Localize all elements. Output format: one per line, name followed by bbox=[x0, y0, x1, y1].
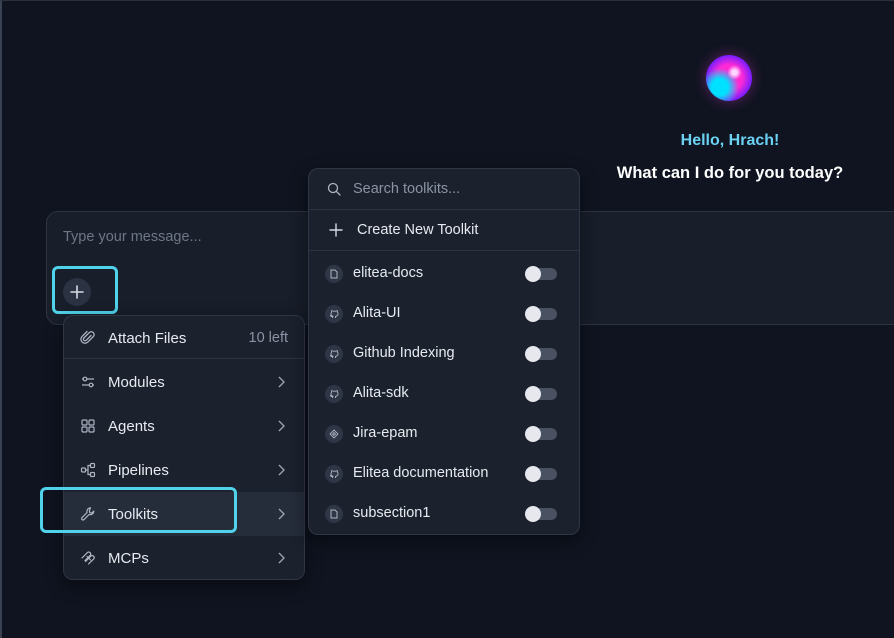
toolkit-label: Alita-UI bbox=[353, 305, 401, 321]
toolkit-row[interactable]: Alita-sdk bbox=[309, 374, 579, 414]
chevron-right-icon bbox=[278, 420, 285, 432]
github-icon bbox=[325, 305, 343, 323]
toolkit-toggle[interactable] bbox=[525, 466, 557, 482]
toolkit-toggle[interactable] bbox=[525, 306, 557, 322]
toolkit-label: Github Indexing bbox=[353, 345, 455, 361]
toolkit-toggle[interactable] bbox=[525, 426, 557, 442]
toggle-knob bbox=[525, 426, 541, 442]
chevron-right-icon bbox=[278, 508, 285, 520]
menu-item-attach-files[interactable]: Attach Files 10 left bbox=[64, 316, 304, 360]
toolkit-label: subsection1 bbox=[353, 505, 431, 521]
chevron-right-icon bbox=[278, 552, 285, 564]
toolkit-row[interactable]: Alita-UI bbox=[309, 294, 579, 334]
toolkit-label: Elitea documentation bbox=[353, 465, 489, 481]
assistant-orb-logo bbox=[706, 55, 752, 101]
github-icon bbox=[325, 465, 343, 483]
github-icon bbox=[325, 385, 343, 403]
toolkit-toggle[interactable] bbox=[525, 346, 557, 362]
menu-item-label: Pipelines bbox=[108, 461, 169, 479]
toolkit-toggle[interactable] bbox=[525, 266, 557, 282]
toolkit-row[interactable]: Elitea documentation bbox=[309, 454, 579, 494]
grid-icon bbox=[81, 419, 95, 433]
greeting-question: What can I do for you today? bbox=[616, 164, 844, 182]
toolkit-row[interactable]: subsection1 bbox=[309, 494, 579, 534]
menu-item-label: Agents bbox=[108, 417, 155, 435]
menu-item-pipelines[interactable]: Pipelines bbox=[64, 448, 304, 492]
flow-icon bbox=[80, 462, 96, 478]
menu-item-label: Modules bbox=[108, 373, 165, 391]
toolkits-panel: Create New Toolkit elitea-docs Alita-UI … bbox=[308, 168, 580, 535]
message-input-placeholder[interactable]: Type your message... bbox=[63, 229, 202, 245]
doc-icon bbox=[325, 265, 343, 283]
add-button-highlight bbox=[52, 266, 118, 314]
toolkit-row[interactable]: Github Indexing bbox=[309, 334, 579, 374]
toolkit-row[interactable]: Jira-epam bbox=[309, 414, 579, 454]
toggle-knob bbox=[525, 386, 541, 402]
toggle-knob bbox=[525, 266, 541, 282]
toggle-knob bbox=[525, 306, 541, 322]
menu-item-label: Attach Files bbox=[108, 329, 187, 347]
mcp-icon bbox=[81, 551, 95, 565]
menu-item-mcps[interactable]: MCPs bbox=[64, 536, 304, 579]
menu-item-modules[interactable]: Modules bbox=[64, 360, 304, 404]
attach-files-remaining: 10 left bbox=[248, 330, 289, 346]
chevron-right-icon bbox=[278, 376, 285, 388]
github-icon bbox=[325, 345, 343, 363]
toolkit-search-input[interactable] bbox=[353, 178, 563, 200]
paperclip-icon bbox=[80, 330, 95, 344]
toolkit-row[interactable]: elitea-docs bbox=[309, 254, 579, 294]
toolkit-toggle[interactable] bbox=[525, 386, 557, 402]
toggle-knob bbox=[525, 506, 541, 522]
add-menu: Attach Files 10 left Modules Agents Pipe… bbox=[63, 315, 305, 580]
toolkit-label: elitea-docs bbox=[353, 265, 424, 281]
greeting-hello: Hello, Hrach! bbox=[680, 132, 780, 149]
toolkit-label: Alita-sdk bbox=[353, 385, 409, 401]
search-icon bbox=[327, 182, 341, 196]
toggle-knob bbox=[525, 346, 541, 362]
toggle-knob bbox=[525, 466, 541, 482]
doc-icon bbox=[325, 505, 343, 523]
jira-icon bbox=[325, 425, 343, 443]
menu-item-label: MCPs bbox=[108, 549, 149, 567]
panel-divider bbox=[309, 250, 579, 251]
create-new-toolkit-button[interactable]: Create New Toolkit bbox=[309, 210, 579, 250]
plus-icon bbox=[329, 223, 343, 237]
toolkit-toggle[interactable] bbox=[525, 506, 557, 522]
toolkit-label: Jira-epam bbox=[353, 425, 418, 441]
toolkit-search bbox=[309, 169, 579, 209]
menu-divider bbox=[64, 358, 304, 359]
toolkits-highlight bbox=[40, 487, 237, 533]
sliders-icon bbox=[82, 376, 94, 388]
create-new-toolkit-label: Create New Toolkit bbox=[357, 222, 479, 238]
chevron-right-icon bbox=[278, 464, 285, 476]
menu-item-agents[interactable]: Agents bbox=[64, 404, 304, 448]
